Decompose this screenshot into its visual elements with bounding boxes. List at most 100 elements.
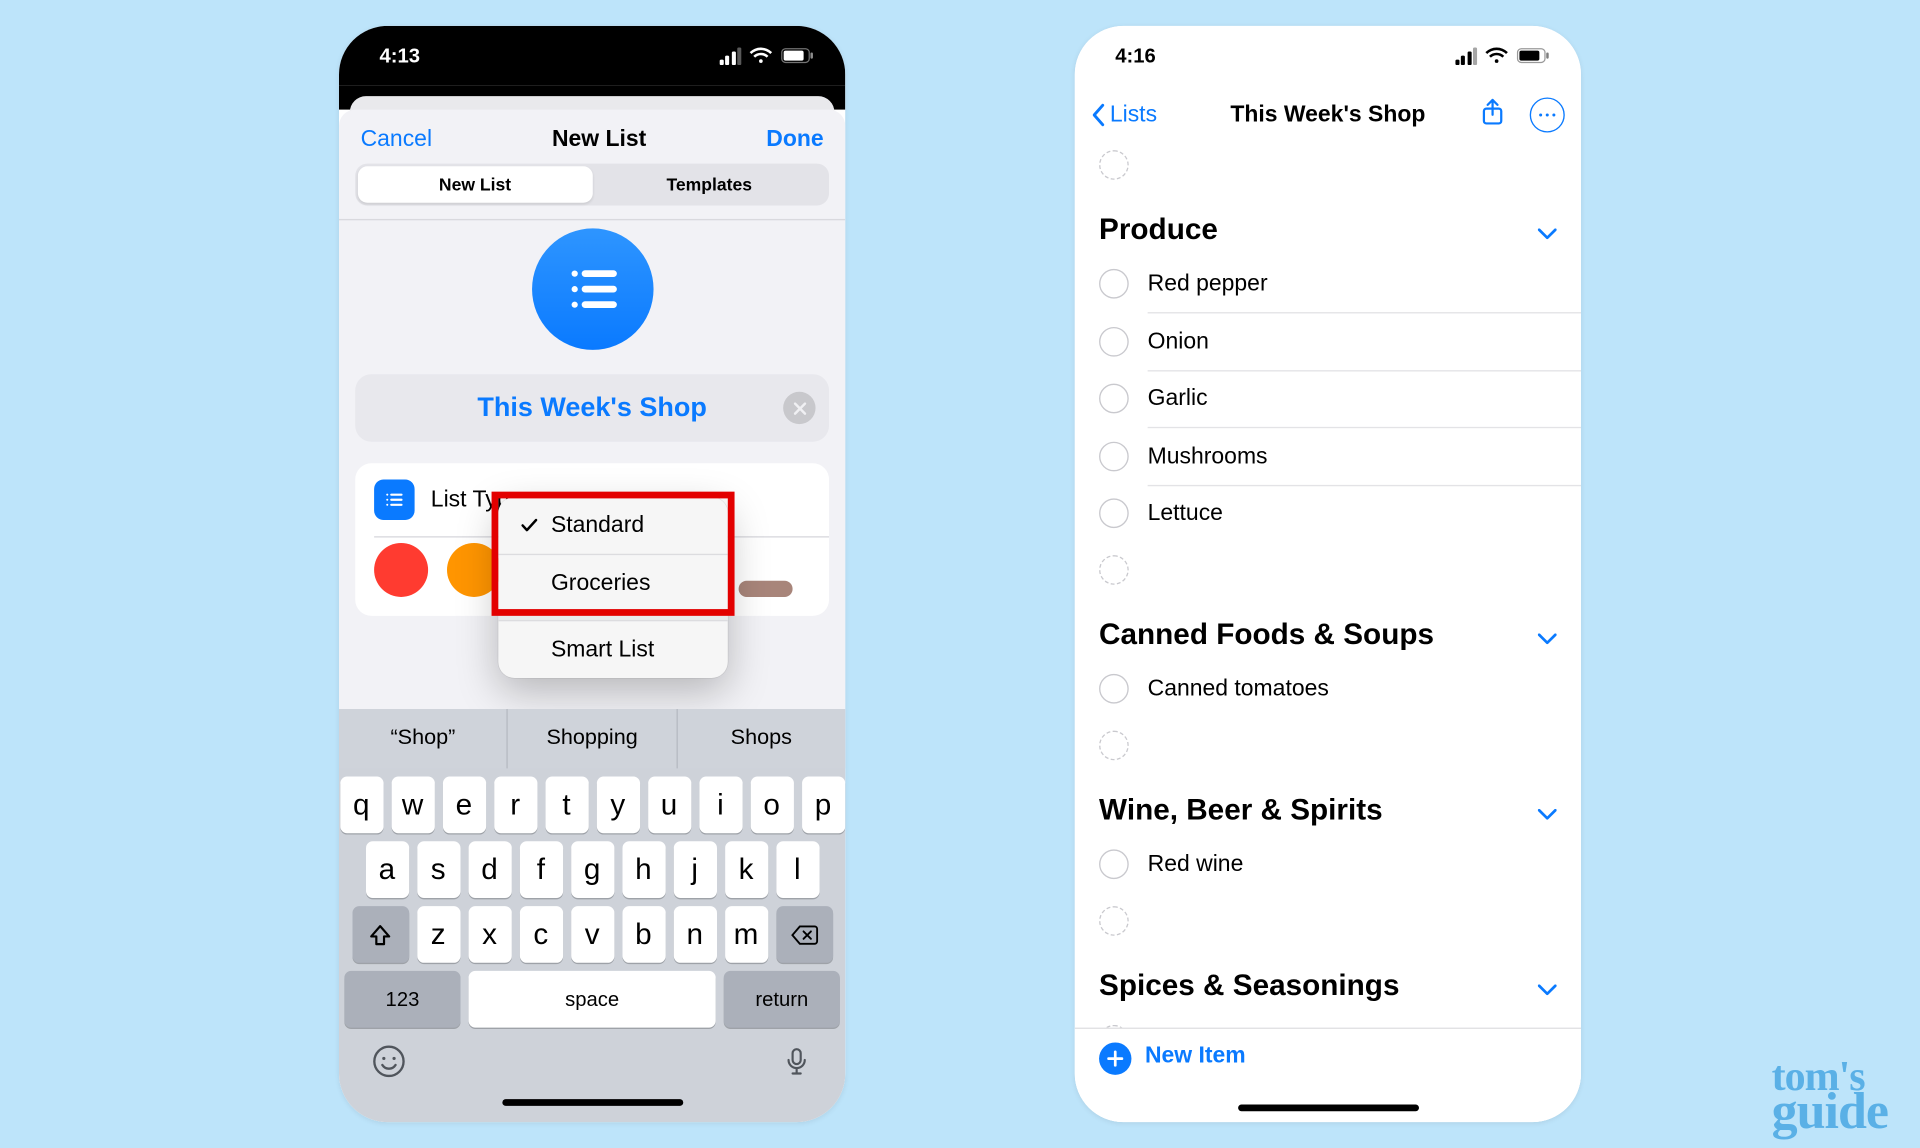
empty-item-placeholder[interactable] — [1075, 717, 1581, 774]
key-s[interactable]: s — [417, 841, 460, 898]
key-n[interactable]: n — [673, 906, 716, 963]
empty-item-placeholder[interactable] — [1099, 150, 1129, 180]
done-button[interactable]: Done — [766, 126, 823, 153]
key-q[interactable]: q — [340, 777, 383, 834]
list-item[interactable]: Red pepper — [1075, 255, 1581, 312]
more-button[interactable] — [1530, 97, 1565, 132]
battery-icon — [780, 47, 815, 63]
key-a[interactable]: a — [365, 841, 408, 898]
cancel-button[interactable]: Cancel — [361, 126, 432, 153]
key-p[interactable]: p — [801, 777, 844, 834]
section-header[interactable]: Canned Foods & Soups — [1075, 598, 1581, 660]
list-body[interactable]: ProduceRed pepperOnion Garlic Mushrooms Let… — [1075, 145, 1581, 1122]
chevron-down-icon — [1538, 617, 1557, 652]
wifi-icon — [1485, 47, 1508, 65]
popup-smartlist[interactable]: Smart List — [498, 621, 727, 678]
space-key[interactable]: space — [469, 971, 716, 1028]
list-item[interactable]: Lettuce — [1075, 485, 1581, 542]
key-t[interactable]: t — [545, 777, 588, 834]
list-item[interactable]: Mushrooms — [1075, 428, 1581, 485]
list-item-label: Canned tomatoes — [1148, 675, 1557, 702]
empty-item-placeholder[interactable] — [1075, 893, 1581, 950]
key-d[interactable]: d — [468, 841, 511, 898]
checkbox-circle[interactable] — [1099, 674, 1129, 704]
new-item-button[interactable]: New Item — [1145, 1042, 1246, 1069]
empty-item-placeholder[interactable] — [1075, 542, 1581, 599]
checkbox-circle[interactable] — [1099, 441, 1129, 471]
list-icon-preview[interactable] — [339, 220, 845, 374]
return-key[interactable]: return — [724, 971, 840, 1028]
list-name-input[interactable]: This Week's Shop — [355, 374, 829, 442]
popup-smartlist-label: Smart List — [551, 636, 654, 663]
shift-key[interactable] — [352, 906, 409, 963]
checkbox-circle[interactable] — [1099, 849, 1129, 879]
dictate-key[interactable] — [780, 1045, 812, 1084]
key-u[interactable]: u — [647, 777, 690, 834]
wifi-icon — [749, 47, 772, 65]
chevron-down-icon — [1538, 793, 1557, 828]
numbers-key[interactable]: 123 — [344, 971, 460, 1028]
share-button[interactable] — [1480, 97, 1506, 133]
list-item[interactable]: Canned tomatoes — [1075, 660, 1581, 717]
key-v[interactable]: v — [571, 906, 614, 963]
checkbox-circle[interactable] — [1099, 326, 1129, 356]
list-item[interactable]: Red wine — [1075, 836, 1581, 893]
color-brown[interactable] — [739, 581, 793, 597]
predict-2[interactable]: Shopping — [507, 709, 676, 768]
watermark: tom's guide — [1772, 1060, 1888, 1134]
key-x[interactable]: x — [468, 906, 511, 963]
checkbox-circle[interactable] — [1099, 498, 1129, 528]
section-header[interactable]: Wine, Beer & Spirits — [1075, 774, 1581, 836]
list-item[interactable]: Garlic — [1075, 370, 1581, 427]
key-b[interactable]: b — [622, 906, 665, 963]
key-m[interactable]: m — [724, 906, 767, 963]
key-o[interactable]: o — [750, 777, 793, 834]
clear-text-button[interactable] — [783, 392, 815, 424]
keyboard: “Shop” Shopping Shops qwertyuiop asdfghj… — [339, 709, 845, 1122]
key-k[interactable]: k — [724, 841, 767, 898]
key-j[interactable]: j — [673, 841, 716, 898]
status-time: 4:16 — [1115, 44, 1156, 67]
key-w[interactable]: w — [391, 777, 434, 834]
newlist-modal: Cancel New List Done New List Templates — [339, 110, 845, 1123]
share-icon — [1480, 97, 1506, 127]
key-z[interactable]: z — [417, 906, 460, 963]
list-item[interactable]: Onion — [1075, 313, 1581, 370]
seg-newlist[interactable]: New List — [358, 166, 592, 202]
key-i[interactable]: i — [699, 777, 742, 834]
checkbox-circle[interactable] — [1099, 384, 1129, 414]
key-l[interactable]: l — [776, 841, 819, 898]
key-e[interactable]: e — [442, 777, 485, 834]
key-c[interactable]: c — [519, 906, 562, 963]
mic-icon — [780, 1045, 812, 1077]
key-r[interactable]: r — [494, 777, 537, 834]
add-item-circle[interactable] — [1099, 906, 1129, 936]
key-h[interactable]: h — [622, 841, 665, 898]
seg-templates[interactable]: Templates — [592, 166, 826, 202]
segmented-control[interactable]: New List Templates — [355, 164, 829, 206]
add-item-circle[interactable] — [1099, 731, 1129, 761]
emoji-key[interactable] — [371, 1044, 406, 1086]
backspace-key[interactable] — [776, 906, 833, 963]
key-g[interactable]: g — [571, 841, 614, 898]
emoji-icon — [371, 1044, 406, 1079]
battery-icon — [1516, 47, 1551, 63]
section-header[interactable]: Spices & Seasonings — [1075, 949, 1581, 1011]
predict-1[interactable]: “Shop” — [339, 709, 507, 768]
key-y[interactable]: y — [596, 777, 639, 834]
list-item-label: Lettuce — [1148, 500, 1557, 527]
checkbox-circle[interactable] — [1099, 269, 1129, 299]
bottom-toolbar: New Item — [1075, 1028, 1581, 1123]
list-item-label: Garlic — [1148, 385, 1557, 412]
back-label: Lists — [1110, 101, 1157, 128]
back-button[interactable]: Lists — [1091, 101, 1157, 128]
predict-3[interactable]: Shops — [676, 709, 845, 768]
status-indicators — [1455, 47, 1552, 65]
list-lines-icon — [382, 488, 406, 512]
add-item-circle[interactable] — [1099, 555, 1129, 585]
list-item-label: Mushrooms — [1148, 442, 1557, 469]
color-red[interactable] — [374, 543, 428, 597]
section-header[interactable]: Produce — [1075, 193, 1581, 255]
chevron-down-icon — [1538, 212, 1557, 247]
key-f[interactable]: f — [519, 841, 562, 898]
